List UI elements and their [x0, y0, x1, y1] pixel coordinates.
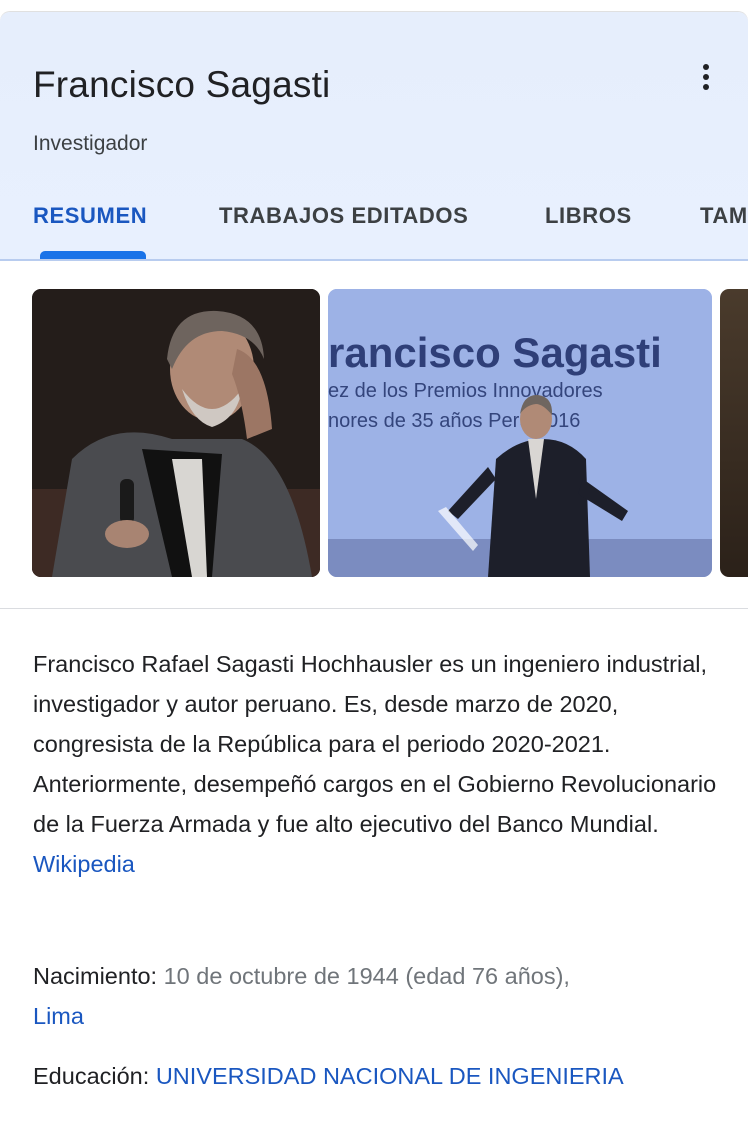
top-strip [0, 0, 748, 10]
photo-portrait-seated[interactable] [32, 289, 320, 577]
tab-libros[interactable]: LIBROS [545, 203, 632, 229]
photo-partial[interactable] [720, 289, 748, 577]
banner-title: rancisco Sagasti [328, 329, 662, 376]
birth-value: 10 de octubre de 1944 (edad 76 años), [163, 963, 570, 989]
birth-label: Nacimiento: [33, 963, 158, 989]
entity-description: Francisco Rafael Sagasti Hochhausler es … [33, 644, 733, 884]
fact-education: Educación: UNIVERSIDAD NACIONAL DE INGEN… [33, 1056, 723, 1096]
tab-resumen[interactable]: RESUMEN [33, 203, 147, 229]
header-border [0, 259, 748, 261]
birth-place-link[interactable]: Lima [33, 1003, 84, 1029]
wikipedia-link[interactable]: Wikipedia [33, 851, 135, 877]
description-text: Francisco Rafael Sagasti Hochhausler es … [33, 651, 717, 837]
entity-subtitle: Investigador [33, 132, 148, 155]
section-divider [0, 608, 748, 609]
fact-birth: Nacimiento: 10 de octubre de 1944 (edad … [33, 956, 723, 1036]
tab-trabajos-editados[interactable]: TRABAJOS EDITADOS [219, 203, 468, 229]
portrait-illustration [32, 289, 320, 577]
education-link[interactable]: UNIVERSIDAD NACIONAL DE INGENIERIA [156, 1063, 624, 1089]
stage-illustration: rancisco Sagasti ez de los Premios Innov… [328, 289, 712, 577]
tab-partial[interactable]: TAM [700, 203, 748, 229]
photo-stage-speech[interactable]: rancisco Sagasti ez de los Premios Innov… [328, 289, 712, 577]
education-label: Educación: [33, 1063, 150, 1089]
entity-title: Francisco Sagasti [33, 64, 331, 105]
banner-line-2: ez de los Premios Innovadores [328, 380, 603, 402]
more-vert-icon[interactable] [690, 60, 722, 100]
